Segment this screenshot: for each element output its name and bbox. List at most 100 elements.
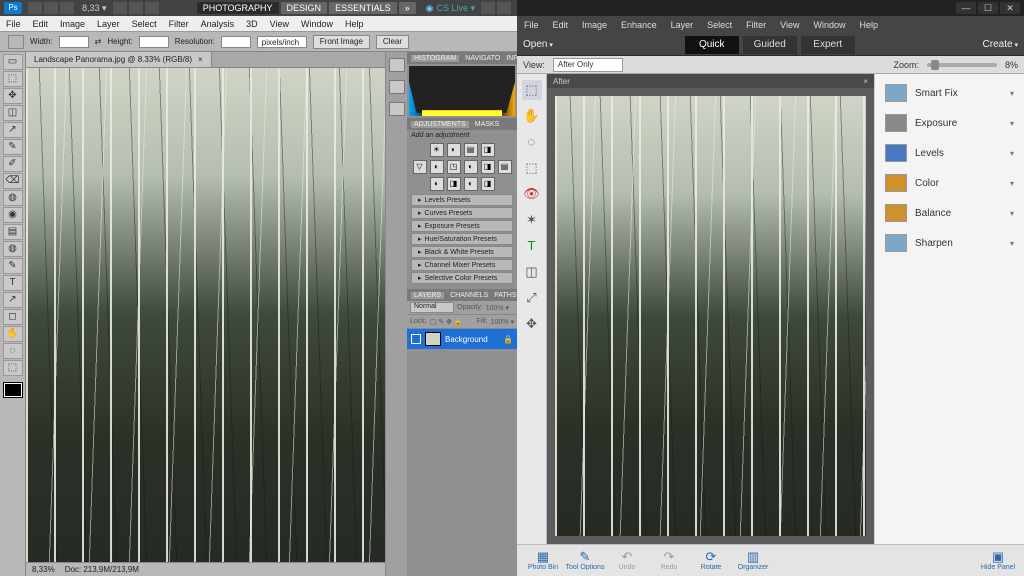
tool[interactable]: ⬚	[522, 158, 542, 178]
menu-select[interactable]: Select	[700, 20, 739, 30]
quickfix-balance[interactable]: Balance ▾	[875, 198, 1024, 228]
tool[interactable]: ◌	[3, 343, 23, 359]
width-input[interactable]	[59, 36, 89, 48]
menu-analysis[interactable]: Analysis	[195, 19, 241, 29]
preset-item[interactable]: Channel Mixer Presets	[411, 259, 513, 271]
color-swatch-icon[interactable]	[4, 383, 22, 397]
blend-mode-dropdown[interactable]: Normal	[410, 302, 454, 313]
tab-info[interactable]: INFO	[506, 55, 517, 62]
tool[interactable]: ▭	[3, 54, 23, 70]
menu-select[interactable]: Select	[126, 19, 163, 29]
close-button[interactable]: ✕	[1000, 2, 1020, 14]
tab-layers[interactable]: LAYERS	[411, 292, 444, 299]
tool[interactable]: ✥	[522, 314, 542, 334]
menu-view[interactable]: View	[264, 19, 295, 29]
tool[interactable]: ✶	[522, 210, 542, 230]
mode-quick[interactable]: Quick	[685, 36, 739, 54]
cs-live-dropdown[interactable]: CS Live ▾	[426, 3, 475, 14]
tab-adjustments[interactable]: ADJUSTMENTS	[411, 121, 469, 128]
tool[interactable]: ✥	[3, 88, 23, 104]
tool[interactable]: ◍	[3, 241, 23, 257]
tool[interactable]: T	[3, 275, 23, 291]
tool[interactable]: ▤	[3, 224, 23, 240]
layer-visibility-icon[interactable]	[411, 334, 421, 344]
clear-button[interactable]: Clear	[376, 35, 409, 49]
quickfix-levels[interactable]: Levels ▾	[875, 138, 1024, 168]
adjustment-icon[interactable]: ▤	[498, 160, 512, 174]
view-dropdown[interactable]: After Only	[553, 58, 623, 72]
tool[interactable]: ↗	[3, 292, 23, 308]
adjustment-icon[interactable]: ◨	[481, 177, 495, 191]
tab-paths[interactable]: PATHS	[494, 292, 516, 299]
ps-util-icon[interactable]	[497, 2, 511, 14]
tool[interactable]: ⬚	[3, 360, 23, 376]
ps-canvas[interactable]	[26, 68, 385, 562]
tool[interactable]: ⤢	[522, 288, 542, 308]
adjustment-icon[interactable]: ▽	[413, 160, 427, 174]
preset-item[interactable]: Selective Color Presets	[411, 272, 513, 284]
collapsed-panel-icon[interactable]	[389, 102, 405, 116]
tool[interactable]: ◫	[3, 105, 23, 121]
tool[interactable]: ⬚	[3, 71, 23, 87]
menu-view[interactable]: View	[773, 20, 806, 30]
menu-edit[interactable]: Edit	[546, 20, 576, 30]
ps-zoom-display[interactable]: 8,33 ▾	[82, 3, 107, 14]
ps-util-icon[interactable]	[129, 2, 143, 14]
tool-options-button[interactable]: ✎Tool Options	[565, 550, 605, 571]
workspace-tab-design[interactable]: DESIGN	[281, 2, 328, 14]
tool[interactable]: T	[522, 236, 542, 256]
photo-bin-button[interactable]: ▦Photo Bin	[523, 550, 563, 571]
tool[interactable]: ⬚	[522, 80, 542, 100]
menu-layer[interactable]: Layer	[664, 20, 701, 30]
menu-image[interactable]: Image	[575, 20, 614, 30]
adjustment-icon[interactable]: ◐	[464, 177, 478, 191]
tab-histogram[interactable]: HISTOGRAM	[411, 55, 459, 62]
rotate-button[interactable]: ⟳Rotate	[691, 550, 731, 571]
menu-file[interactable]: File	[517, 20, 546, 30]
tool[interactable]: ◌	[522, 132, 542, 152]
workspace-tab-more[interactable]: »	[399, 2, 416, 14]
tool-preset-icon[interactable]	[8, 35, 24, 49]
collapsed-panel-icon[interactable]	[389, 80, 405, 94]
adjustment-icon[interactable]: ◳	[447, 160, 461, 174]
menu-help[interactable]: Help	[852, 20, 885, 30]
tool[interactable]: ✎	[3, 258, 23, 274]
tool[interactable]: ◉	[3, 207, 23, 223]
menu-window[interactable]: Window	[295, 19, 339, 29]
quickfix-color[interactable]: Color ▾	[875, 168, 1024, 198]
close-preview-icon[interactable]: ×	[863, 77, 868, 86]
minimize-button[interactable]: —	[956, 2, 976, 14]
fill-value[interactable]: 100% ▾	[491, 318, 514, 326]
quickfix-sharpen[interactable]: Sharpen ▾	[875, 228, 1024, 258]
adjustment-icon[interactable]: ◨	[447, 177, 461, 191]
undo-button[interactable]: ↶Undo	[607, 550, 647, 571]
tool[interactable]: ✋	[522, 106, 542, 126]
menu-image[interactable]: Image	[54, 19, 91, 29]
create-dropdown[interactable]: Create	[983, 39, 1018, 50]
status-doc[interactable]: Doc: 213,9M/213,9M	[65, 565, 139, 574]
ps-util-icon[interactable]	[60, 2, 74, 14]
resolution-units-dropdown[interactable]: pixels/inch ▾	[257, 36, 307, 48]
preset-item[interactable]: Exposure Presets	[411, 220, 513, 232]
tool[interactable]: ↗	[3, 122, 23, 138]
pse-canvas[interactable]	[547, 88, 874, 544]
preset-item[interactable]: Black & White Presets	[411, 246, 513, 258]
tool[interactable]: ✎	[3, 139, 23, 155]
tool[interactable]: ⌫	[3, 173, 23, 189]
tool[interactable]: ◻	[3, 309, 23, 325]
workspace-tab-essentials[interactable]: ESSENTIALS	[329, 2, 397, 14]
collapsed-panel-icon[interactable]	[389, 58, 405, 72]
maximize-button[interactable]: ☐	[978, 2, 998, 14]
preset-item[interactable]: Hue/Saturation Presets	[411, 233, 513, 245]
height-input[interactable]	[139, 36, 169, 48]
preset-item[interactable]: Levels Presets	[411, 194, 513, 206]
tool[interactable]: ✐	[3, 156, 23, 172]
menu-edit[interactable]: Edit	[27, 19, 55, 29]
mode-guided[interactable]: Guided	[743, 36, 797, 54]
quickfix-exposure[interactable]: Exposure ▾	[875, 108, 1024, 138]
adjustment-icon[interactable]: ◨	[481, 160, 495, 174]
tool[interactable]: ✋	[3, 326, 23, 342]
ps-util-icon[interactable]	[113, 2, 127, 14]
menu-filter[interactable]: Filter	[163, 19, 195, 29]
menu-enhance[interactable]: Enhance	[614, 20, 664, 30]
